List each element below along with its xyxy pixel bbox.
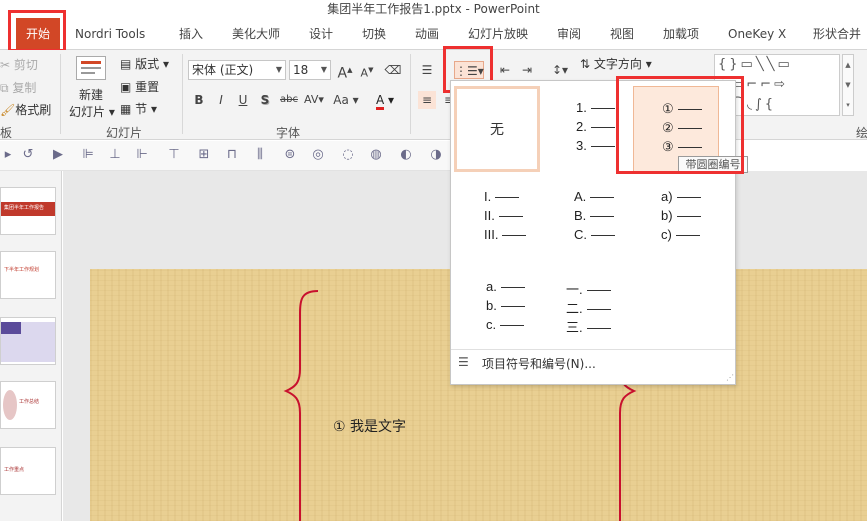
text-direction-icon: ⇅ — [580, 57, 591, 71]
align-left-objects-icon[interactable]: ⊫ — [80, 147, 96, 163]
tab-design[interactable]: 设计 — [309, 18, 333, 50]
pointer-icon[interactable]: ▸ — [0, 147, 16, 163]
text-direction-button[interactable]: ⇅ 文字方向 ▾ — [580, 55, 652, 72]
scissors-icon: ✂ — [0, 58, 11, 72]
font-size-select[interactable]: 18 ▼ — [289, 60, 331, 80]
format-painter-button[interactable]: 🖌格式刷 — [0, 101, 51, 118]
numbering-lower-paren-option[interactable]: a) b) c) — [633, 181, 719, 267]
char-spacing-button[interactable]: AV▾ — [302, 91, 326, 109]
align-bottom-objects-icon[interactable]: ⊓ — [224, 147, 240, 163]
slide-thumbnail[interactable]: 工作总结 — [0, 381, 56, 429]
change-case-button[interactable]: Aa ▾ — [332, 91, 360, 109]
combine-shapes-icon[interactable]: ◌ — [340, 147, 356, 163]
copy-icon: ⧉ — [0, 81, 9, 95]
separator — [451, 349, 735, 350]
font-name-select[interactable]: 宋体 (正文) ▼ — [188, 60, 286, 80]
decrease-indent-icon[interactable]: ⇤ — [496, 61, 514, 79]
subtract-shapes-icon[interactable]: ◑ — [428, 147, 444, 163]
numbering-chinese-option[interactable]: 一. 二. 三. — [546, 271, 632, 357]
grow-font-button[interactable]: A▲ — [336, 61, 354, 82]
tab-review[interactable]: 审阅 — [557, 18, 581, 50]
clear-format-icon[interactable]: ⌫ — [384, 61, 402, 79]
highlight-home-tab — [8, 10, 66, 52]
tab-shape-merge[interactable]: 形状合并 — [813, 18, 861, 50]
font-color-button[interactable]: A ▾ — [372, 91, 398, 110]
strikethrough-button[interactable]: abc — [278, 91, 300, 109]
bullets-icon[interactable]: ☰ — [418, 61, 436, 79]
numbering-none-option[interactable]: 无 — [454, 86, 540, 172]
numbering-lower-alpha-option[interactable]: a. b. c. — [456, 271, 542, 357]
slides-group-label: 幻灯片 — [106, 126, 143, 140]
copy-button[interactable]: ⧉ 复制 — [0, 79, 36, 96]
slide-body-text[interactable]: ① 我是文字 — [333, 416, 406, 436]
numbering-roman-option[interactable]: I. II. III. — [456, 181, 542, 267]
tab-view[interactable]: 视图 — [610, 18, 634, 50]
new-slide-label[interactable]: 新建 — [79, 86, 103, 103]
cut-button[interactable]: ✂ 剪切 — [0, 56, 38, 73]
italic-button[interactable]: I — [212, 91, 230, 109]
shadow-button[interactable]: S — [256, 91, 274, 109]
slide-thumbnail[interactable]: 下半年工作规划 — [0, 251, 56, 299]
tab-insert[interactable]: 插入 — [179, 18, 203, 50]
resize-grip-icon[interactable]: ⋰ — [726, 373, 734, 382]
slide-thumbnails-panel[interactable]: 集团半年工作报告 下半年工作规划 工作总结 工作重点 — [0, 171, 62, 521]
fragment-shapes-icon[interactable]: ◍ — [368, 147, 384, 163]
font-group-label: 字体 — [276, 126, 301, 140]
clipboard-group-label: 板 — [0, 126, 13, 140]
redo-icon[interactable]: ↺ — [20, 147, 36, 163]
separator — [410, 54, 411, 134]
slide-thumbnail[interactable] — [0, 317, 56, 365]
quick-toolbar: ▸ ↺ ▶ ⊫ ⊥ ⊩ ⊤ ⊞ ⊓ ⫼ ⊜ ◎ ◌ ◍ ◐ ◑ — [0, 141, 450, 171]
align-top-objects-icon[interactable]: ⊤ — [166, 147, 182, 163]
distribute-vertical-icon[interactable]: ⊜ — [282, 147, 298, 163]
reset-icon: ▣ — [120, 80, 132, 94]
shapes-scroll[interactable]: ▲ ▼ ▾ — [842, 54, 854, 116]
layout-icon: ▤ — [120, 57, 132, 71]
separator — [182, 54, 183, 134]
shrink-font-button[interactable]: A▼ — [358, 61, 376, 80]
align-middle-objects-icon[interactable]: ⊞ — [196, 147, 212, 163]
slide-thumbnail[interactable]: 集团半年工作报告 — [0, 187, 56, 235]
align-left-icon[interactable]: ≡ — [418, 91, 436, 109]
layout-button[interactable]: ▤ 版式 ▾ — [120, 55, 169, 72]
reset-button[interactable]: ▣ 重置 — [120, 78, 159, 95]
section-button[interactable]: ▦ 节 ▾ — [120, 100, 157, 117]
new-slide-label-2[interactable]: 幻灯片 ▾ — [69, 103, 115, 120]
window-title: 集团半年工作报告1.pptx - PowerPoint — [0, 0, 867, 18]
slide-thumbnail[interactable]: 工作重点 — [0, 447, 56, 495]
align-center-objects-icon[interactable]: ⊥ — [107, 147, 123, 163]
ribbon-tabs: 开始 Nordri Tools 插入 美化大师 设计 切换 动画 幻灯片放映 审… — [0, 18, 867, 50]
tab-nordri-tools[interactable]: Nordri Tools — [75, 18, 145, 50]
tab-addins[interactable]: 加载项 — [663, 18, 699, 50]
chevron-down-icon: ▼ — [320, 65, 327, 74]
list-icon: ☰ — [458, 355, 469, 369]
underline-button[interactable]: U — [234, 91, 252, 109]
union-shapes-icon[interactable]: ◎ — [310, 147, 326, 163]
paintbrush-icon: 🖌 — [0, 103, 16, 117]
highlight-circled-option — [616, 76, 744, 174]
line-spacing-icon[interactable]: ↕▾ — [548, 61, 572, 79]
drawing-group-label: 绘 — [856, 126, 867, 140]
intersect-shapes-icon[interactable]: ◐ — [398, 147, 414, 163]
bullets-and-numbering-link[interactable]: 项目符号和编号(N)... — [482, 355, 596, 372]
bold-button[interactable]: B — [190, 91, 208, 109]
new-slide-icon[interactable] — [76, 56, 106, 80]
distribute-horizontal-icon[interactable]: ⫼ — [252, 147, 268, 163]
chevron-down-icon: ▼ — [275, 65, 282, 74]
increase-indent-icon[interactable]: ⇥ — [518, 61, 536, 79]
section-icon: ▦ — [120, 102, 132, 116]
start-slideshow-icon[interactable]: ▶ — [50, 147, 66, 163]
tab-onekey-x[interactable]: OneKey X — [728, 18, 786, 50]
separator — [60, 54, 61, 134]
tab-animations[interactable]: 动画 — [415, 18, 439, 50]
tab-beautify[interactable]: 美化大师 — [232, 18, 280, 50]
numbering-upper-alpha-option[interactable]: A. B. C. — [546, 181, 632, 267]
tab-transitions[interactable]: 切换 — [362, 18, 386, 50]
align-right-objects-icon[interactable]: ⊩ — [134, 147, 150, 163]
